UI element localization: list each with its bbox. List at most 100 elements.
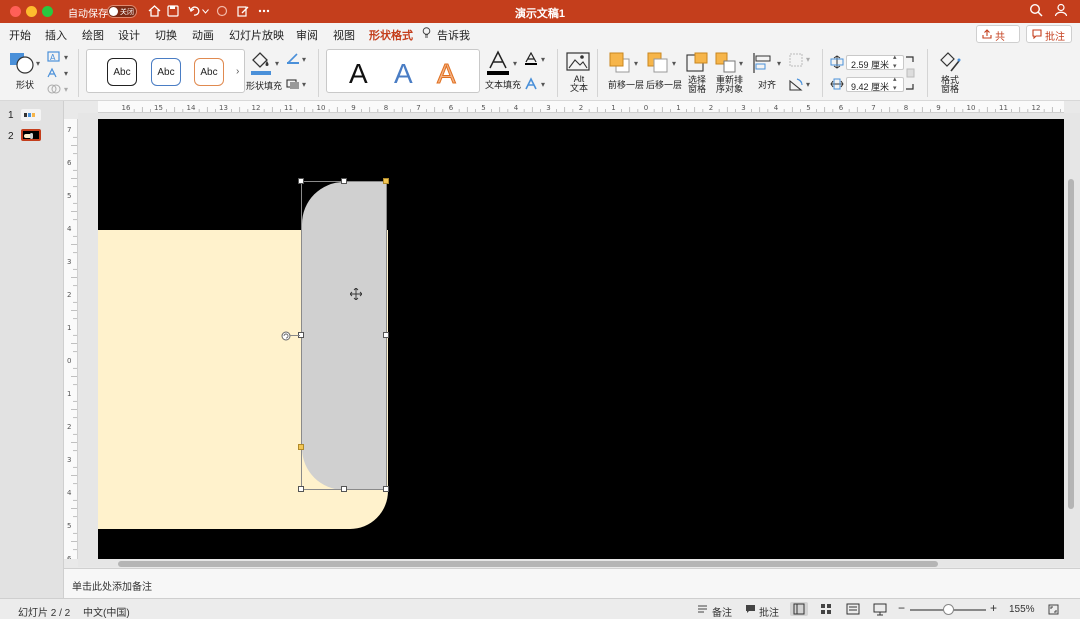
notes-placeholder[interactable]: 单击此处添加备注 [72,578,152,593]
shape-style-blue[interactable]: Abc [151,58,181,86]
shapes-icon[interactable] [9,51,35,75]
resize-handle-bottom[interactable] [341,486,347,492]
height-stepper-down-icon[interactable]: ▾ [893,62,897,70]
bring-forward-chevron-icon[interactable]: ▾ [634,59,638,68]
tab-insert[interactable]: 插入 [45,27,67,43]
format-pane-icon[interactable] [939,51,961,73]
tab-home[interactable]: 开始 [9,27,31,43]
shape-outline-chevron-icon[interactable]: ▾ [302,55,306,64]
send-backward-icon[interactable] [647,52,669,74]
tab-slideshow[interactable]: 幻灯片放映 [229,27,284,43]
shape-effects-chevron-icon[interactable]: ▾ [302,80,306,89]
alt-text-icon[interactable] [566,52,590,72]
send-backward-chevron-icon[interactable]: ▾ [672,59,676,68]
horizontal-scroll-thumb[interactable] [118,561,938,567]
vertical-scroll-thumb[interactable] [1068,179,1074,509]
tab-design[interactable]: 设计 [118,27,140,43]
zoom-level[interactable]: 155% [1009,604,1035,615]
reorder-objects-icon[interactable] [715,52,737,74]
fit-to-window-icon[interactable] [1048,604,1060,616]
account-icon[interactable] [1054,3,1070,19]
text-box-chevron-icon[interactable]: ▾ [64,69,68,78]
text-outline-icon[interactable] [524,51,538,66]
text-fill-icon[interactable] [486,50,510,76]
text-outline-chevron-icon[interactable]: ▾ [541,55,545,64]
vertical-scrollbar[interactable] [1066,119,1076,559]
tab-transitions[interactable]: 切换 [155,27,177,43]
tab-shape-format[interactable]: 形状格式 [369,27,413,47]
edit-icon[interactable] [235,3,251,19]
home-icon[interactable] [146,3,162,19]
comment-button[interactable]: 批注 [1026,25,1072,43]
comments-toggle-label[interactable]: 批注 [759,604,779,619]
text-fill-chevron-icon[interactable]: ▾ [513,59,517,68]
text-effects-chevron-icon[interactable]: ▾ [541,80,545,89]
slide-sorter-view-icon[interactable] [817,602,835,616]
notes-toggle-icon[interactable] [697,604,709,616]
resize-handle-bottom-left[interactable] [298,486,304,492]
wordart-style-blue[interactable]: A [394,58,413,90]
zoom-out-button[interactable]: − [898,601,905,615]
comments-toggle-icon[interactable] [745,604,757,616]
rotate-handle-icon[interactable] [281,331,291,341]
wordart-style-black[interactable]: A [349,58,368,90]
tab-draw[interactable]: 绘图 [82,27,104,43]
slideshow-view-icon[interactable] [871,602,889,616]
slide-thumbnail-1[interactable] [21,109,41,121]
zoom-in-button[interactable]: + [990,601,997,615]
slide-canvas[interactable] [98,119,1064,559]
text-effects-icon[interactable] [524,77,538,91]
align-chevron-icon[interactable]: ▾ [777,59,781,68]
adjust-handle-top-right[interactable] [383,178,389,184]
shape-style-dark[interactable]: Abc [107,58,137,86]
tab-animations[interactable]: 动画 [192,27,214,43]
shape-fill-chevron-icon[interactable]: ▾ [275,59,279,68]
undo-dropdown-chevron-icon[interactable] [200,3,210,19]
edit-shape-chevron-icon[interactable]: ▾ [64,53,68,62]
width-stepper-down-icon[interactable]: ▾ [893,84,897,92]
save-icon[interactable] [165,3,181,19]
shape-style-orange[interactable]: Abc [194,58,224,86]
slide-thumbnail-2[interactable] [21,129,41,141]
shape-effects-icon[interactable] [286,78,300,90]
text-box-icon[interactable] [47,67,61,79]
tab-review[interactable]: 审阅 [296,27,318,43]
bring-forward-icon[interactable] [609,52,631,74]
rotate-icon[interactable] [789,78,803,92]
zoom-window-button[interactable] [42,6,53,17]
height-stepper-up-icon[interactable]: ▴ [893,53,897,61]
more-icon[interactable] [256,3,272,19]
tab-tell-me[interactable]: 告诉我 [437,27,470,43]
edit-shape-icon[interactable]: A [47,51,61,63]
selection-pane-icon[interactable] [686,52,708,74]
share-button[interactable]: 共享 [976,25,1020,58]
tab-view[interactable]: 视图 [333,27,355,43]
language-indicator[interactable]: 中文(中国) [83,604,130,619]
minimize-window-button[interactable] [26,6,37,17]
search-icon[interactable] [1029,3,1045,19]
align-icon[interactable] [752,52,774,74]
redo-icon[interactable] [214,3,230,19]
wordart-style-orange[interactable]: A [437,58,457,90]
reorder-chevron-icon[interactable]: ▾ [739,59,743,68]
shape-fill-icon[interactable] [250,50,272,76]
zoom-slider-knob[interactable] [942,604,954,615]
shapes-chevron-icon[interactable]: ▾ [36,59,40,68]
resize-handle-right[interactable] [383,332,389,338]
reading-view-icon[interactable] [844,602,862,616]
adjust-handle-left[interactable] [298,444,304,450]
lock-aspect-ratio-icon[interactable] [905,56,915,90]
resize-handle-bottom-right[interactable] [383,486,389,492]
close-window-button[interactable] [10,6,21,17]
horizontal-scrollbar[interactable] [98,560,1064,568]
resize-handle-top-left[interactable] [298,178,304,184]
styles-more-chevron-icon[interactable]: › [236,66,239,77]
resize-handle-top[interactable] [341,178,347,184]
rotate-chevron-icon[interactable]: ▾ [806,80,810,89]
width-stepper-up-icon[interactable]: ▴ [893,75,897,83]
notes-pane[interactable]: 单击此处添加备注 [64,568,1080,598]
autosave-toggle[interactable]: 关闭 [107,5,137,18]
notes-toggle-label[interactable]: 备注 [712,604,732,619]
shape-outline-icon[interactable] [286,53,300,65]
normal-view-icon[interactable] [790,602,808,616]
